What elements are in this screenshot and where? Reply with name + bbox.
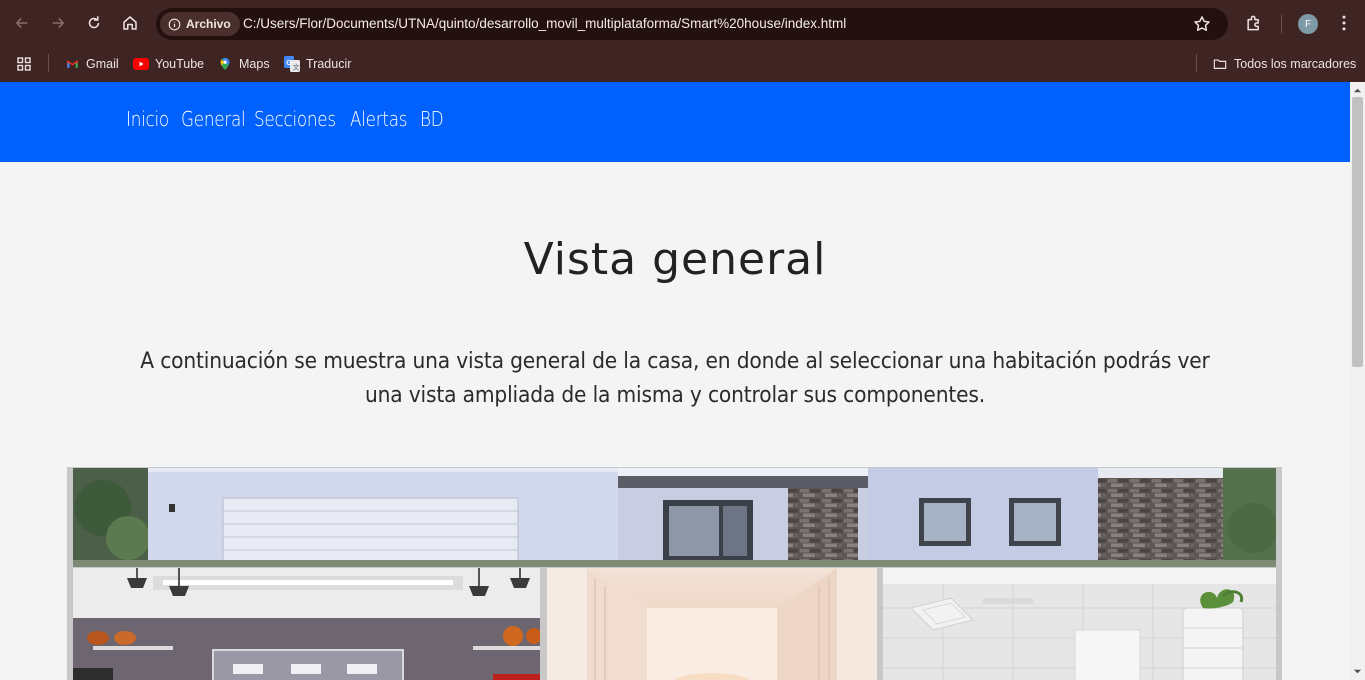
bookmarks-divider (48, 54, 49, 72)
extensions-icon[interactable] (1244, 13, 1264, 33)
bookmark-star-icon[interactable] (1192, 14, 1212, 34)
more-menu-icon[interactable] (1334, 13, 1354, 33)
house-facade-image[interactable] (73, 468, 1276, 567)
bookmarks-bar: Gmail YouTube Maps G文 Traducir Todos los… (0, 47, 1365, 82)
bookmarks-divider (1196, 54, 1197, 72)
svg-text:G: G (286, 60, 292, 67)
page-title: Vista general (523, 234, 827, 285)
nav-link-alertas[interactable]: Alertas (350, 107, 408, 131)
bookmark-label: Maps (239, 57, 270, 71)
scroll-up-arrow-icon[interactable] (1353, 86, 1362, 95)
page-scrollbar[interactable] (1350, 82, 1365, 680)
folder-icon (1212, 56, 1228, 72)
home-icon (123, 16, 137, 30)
all-bookmarks-button[interactable]: Todos los marcadores (1212, 54, 1356, 74)
room-bathroom-image[interactable] (883, 568, 1276, 680)
forward-button[interactable] (46, 11, 70, 35)
site-info-label: Archivo (186, 17, 231, 31)
arrow-left-icon (15, 17, 28, 29)
youtube-icon (133, 56, 149, 72)
home-button[interactable] (118, 11, 142, 35)
nav-link-general[interactable]: General (181, 107, 246, 131)
house-map (67, 467, 1282, 680)
bookmark-maps[interactable]: Maps (217, 54, 270, 74)
intro-paragraph: A continuación se muestra una vista gene… (140, 348, 1210, 408)
bookmark-label: YouTube (155, 57, 205, 71)
svg-text:文: 文 (293, 63, 300, 72)
url-text[interactable]: C:/Users/Flor/Documents/UTNA/quinto/desa… (243, 16, 846, 31)
translate-icon: G文 (284, 56, 300, 72)
apps-button[interactable] (16, 54, 32, 74)
browser-toolbar: Archivo C:/Users/Flor/Documents/UTNA/qui… (0, 0, 1365, 47)
apps-grid-icon (16, 56, 32, 72)
site-navbar: Inicio General Secciones Alertas BD (0, 82, 1350, 162)
gmail-icon (64, 56, 80, 72)
toolbar-divider (1281, 15, 1282, 33)
arrow-right-icon (52, 17, 65, 29)
bookmark-label: Traducir (306, 57, 352, 71)
reload-button[interactable] (82, 11, 106, 35)
info-icon (168, 18, 181, 30)
room-garage-image[interactable] (73, 568, 540, 680)
address-bar[interactable]: Archivo C:/Users/Flor/Documents/UTNA/qui… (156, 8, 1228, 40)
back-button[interactable] (10, 11, 34, 35)
bookmark-traducir[interactable]: G文 Traducir (284, 54, 351, 74)
bookmark-youtube[interactable]: YouTube (133, 54, 204, 74)
all-bookmarks-label: Todos los marcadores (1234, 57, 1357, 71)
nav-link-secciones[interactable]: Secciones (254, 107, 336, 131)
nav-link-bd[interactable]: BD (420, 107, 444, 131)
nav-link-inicio[interactable]: Inicio (126, 107, 169, 131)
bookmark-gmail[interactable]: Gmail (64, 54, 119, 74)
scrollbar-thumb[interactable] (1352, 97, 1363, 367)
profile-avatar[interactable]: F (1298, 14, 1318, 34)
bookmark-label: Gmail (86, 57, 119, 71)
site-info-chip[interactable]: Archivo (160, 12, 240, 36)
room-hallway-image[interactable] (547, 568, 877, 680)
maps-icon (217, 56, 233, 72)
reload-icon (88, 16, 100, 29)
page-viewport: Inicio General Secciones Alertas BD Vist… (0, 82, 1350, 680)
scroll-down-arrow-icon[interactable] (1353, 667, 1362, 676)
